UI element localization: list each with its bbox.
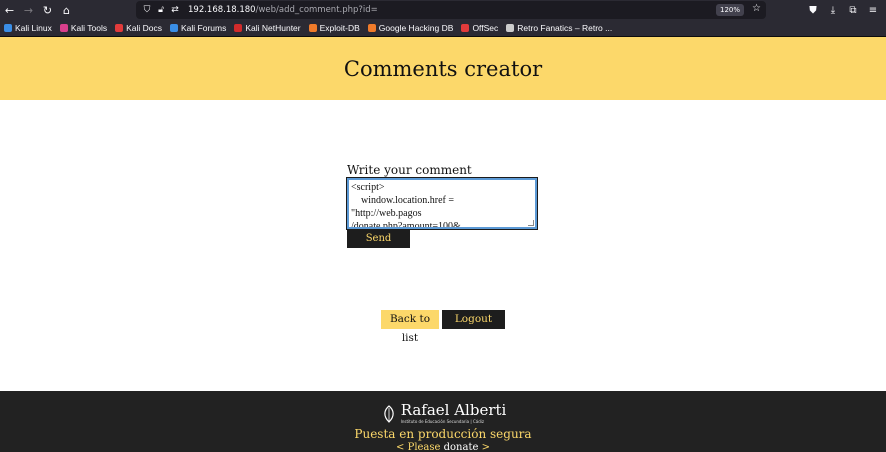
bookmark-item[interactable]: Retro Fanatics – Retro ... [506,23,612,33]
leaf-logo-icon [383,404,394,423]
comment-label: Write your comment [347,163,472,177]
bookmark-label: Kali Docs [126,23,162,33]
bookmark-label: Kali Linux [15,23,52,33]
bookmark-favicon-icon [308,24,317,32]
page-header: Comments creator [0,37,886,100]
forward-arrow-icon[interactable]: → [19,0,38,20]
footer-tagline: Puesta en producción segura [354,427,532,441]
insecure-lock-icon[interactable]: 🔓︎ [154,5,168,15]
footer-donate: < Please donate > [396,442,490,452]
bookmark-favicon-icon [461,24,470,32]
menu-icon[interactable]: ≡ [864,5,882,16]
browser-toolbar: ← → ↻ ⌂ ⛉ 🔓︎ ⇄ 192.168.18.180/web/add_co… [0,0,886,20]
bookmark-label: Kali NetHunter [245,23,301,33]
bookmark-label: Exploit-DB [319,23,360,33]
school-logo: Rafael Alberti Instituto de Educación Se… [380,401,507,424]
zoom-level-badge[interactable]: 120% [715,4,744,16]
bookmark-favicon-icon [4,24,12,32]
back-to-list-button[interactable]: Back to list [381,310,439,344]
logo-name: Rafael Alberti [400,401,507,419]
permissions-icon[interactable]: ⇄ [168,5,182,15]
send-button[interactable]: Send [347,230,410,248]
bookmarks-bar: Kali Linux Kali Tools Kali Docs Kali Forums… [0,20,886,37]
bookmark-item[interactable]: Kali Forums [170,23,226,33]
bookmark-favicon-icon [506,24,515,32]
bookmark-favicon-icon [115,24,124,32]
bookmark-item[interactable]: Kali Tools [59,23,108,33]
comment-line: window.location.href = [351,195,455,206]
address-bar[interactable]: ⛉ 🔓︎ ⇄ 192.168.18.180/web/add_comment.ph… [136,1,766,19]
bookmark-label: Retro Fanatics – Retro ... [517,23,613,33]
donate-prefix: < Please [396,442,444,452]
bookmark-favicon-icon [234,24,243,32]
page-footer: Rafael Alberti Instituto de Educación Se… [0,391,886,452]
donate-suffix: > [478,442,490,452]
url-text[interactable]: 192.168.18.180/web/add_comment.php?id= [188,5,378,15]
extensions-icon[interactable]: ⧉ [844,5,862,16]
bookmark-item[interactable]: Exploit-DB [308,23,360,33]
logo-subtitle: Instituto de Educación Secundaria | Cádi… [400,419,484,424]
url-path: /web/add_comment.php?id= [255,5,378,15]
action-links: Back to list Logout [381,310,505,344]
bookmark-favicon-icon [367,24,376,32]
donate-link[interactable]: donate [444,442,479,452]
resize-grip-icon[interactable] [528,220,534,226]
bookmark-label: Kali Forums [181,23,227,33]
reload-icon[interactable]: ↻ [38,0,57,20]
bookmark-label: Google Hacking DB [378,23,454,33]
downloads-icon[interactable]: ⤓ [824,5,842,16]
comment-line: "http://web.pagos [351,208,422,219]
comment-textarea[interactable]: <script> window.location.href = "http://w… [346,177,538,230]
bookmark-favicon-icon [59,24,68,32]
comment-line: <script> [351,182,385,193]
comment-line: /donate.php?amount=100& [351,221,461,229]
bookmark-item[interactable]: Kali NetHunter [234,23,301,33]
bookmark-star-icon[interactable]: ☆ [752,3,761,14]
bookmark-item[interactable]: Google Hacking DB [367,23,454,33]
back-arrow-icon[interactable]: ← [0,0,19,20]
url-host: 192.168.18.180 [188,5,256,15]
pocket-icon[interactable]: ⛊ [804,5,822,16]
bookmark-item[interactable]: Kali Linux [4,23,52,33]
bookmark-label: OffSec [472,23,499,33]
bookmark-favicon-icon [170,24,178,32]
shield-icon[interactable]: ⛉ [140,5,154,15]
bookmark-item[interactable]: OffSec [461,23,498,33]
home-icon[interactable]: ⌂ [57,0,76,20]
bookmark-item[interactable]: Kali Docs [115,23,162,33]
bookmark-label: Kali Tools [70,23,108,33]
logout-button[interactable]: Logout [442,310,505,329]
page-title: Comments creator [343,56,543,81]
comment-form: Write your comment <script> window.locat… [346,163,538,248]
